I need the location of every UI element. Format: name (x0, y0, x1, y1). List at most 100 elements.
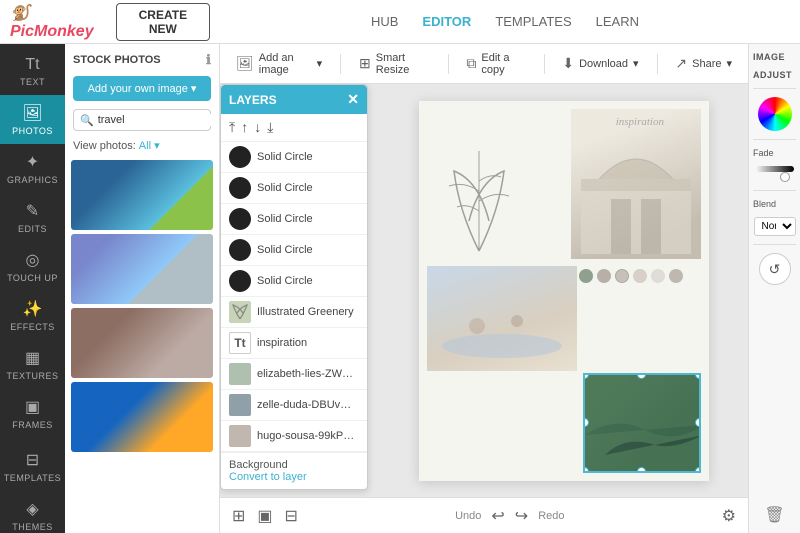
touchup-icon: ◎ (26, 250, 40, 270)
templates-icon: ⊟ (26, 450, 39, 470)
bottom-bar: ⊞ ▣ ⊟ Undo ↩ ↪ Redo ⚙ (220, 497, 748, 533)
layer-item[interactable]: Solid Circle (221, 204, 367, 235)
sidebar-label-effects: EFFECTS (10, 322, 55, 332)
fade-slider-thumb[interactable] (780, 172, 790, 182)
download-icon: ⬇ (562, 55, 574, 72)
sidebar-item-edits[interactable]: ✎ EDITS (0, 193, 65, 242)
layer-thumb-circle-5 (229, 270, 251, 292)
layer-name-2: Solid Circle (257, 182, 359, 194)
add-image-button[interactable]: Add your own image ▾ (73, 76, 211, 101)
rp-divider-2 (753, 139, 796, 140)
view-photos-filter-value[interactable]: All ▾ (139, 139, 160, 152)
add-image-toolbar-btn[interactable]: 🖼 Add an image ▾ (230, 48, 328, 80)
sidebar-item-themes[interactable]: ◈ THEMES (0, 491, 65, 533)
layer-item[interactable]: Solid Circle (221, 266, 367, 297)
fade-slider[interactable] (756, 166, 794, 172)
layer-item[interactable]: Solid Circle (221, 173, 367, 204)
layer-item[interactable]: hugo-sousa-99kPPJPed... (221, 421, 367, 452)
layer-thumb-img3 (229, 425, 251, 447)
photo-item-3[interactable] (71, 308, 213, 378)
nav-templates[interactable]: TEMPLATES (495, 14, 571, 29)
layers-list: Solid Circle Solid Circle Solid Circle S… (221, 142, 367, 452)
smart-resize-btn[interactable]: ⊞ Smart Resize (353, 48, 435, 80)
smart-resize-icon: ⊞ (359, 55, 371, 72)
color-dots (579, 269, 699, 283)
blend-label: Blend (753, 199, 776, 209)
trash-icon[interactable]: 🗑 (764, 505, 784, 525)
blend-select[interactable]: Nor Mul Scr (754, 217, 796, 236)
image-label: IMAGE (753, 52, 785, 62)
photo-item-2[interactable] (71, 234, 213, 304)
layer-item[interactable]: Tt inspiration (221, 328, 367, 359)
sidebar-item-photos[interactable]: 🖼 PHOTOS (0, 95, 65, 144)
download-btn[interactable]: ⬇ Download ▾ (556, 51, 644, 76)
info-icon[interactable]: ℹ (206, 52, 211, 68)
share-label: Share (692, 58, 721, 70)
grid-view-icon[interactable]: ▣ (257, 506, 272, 526)
layer-item[interactable]: Solid Circle (221, 142, 367, 173)
sidebar-item-effects[interactable]: ✨ EFFECTS (0, 291, 65, 340)
layer-name-3: Solid Circle (257, 213, 359, 225)
redo-icon[interactable]: ↪ (515, 506, 528, 526)
sidebar-item-touchup[interactable]: ◎ TOUCH UP (0, 242, 65, 291)
bottom-bar-right: ⚙ (722, 506, 736, 526)
selection-handle-tr (695, 373, 701, 379)
background-label: Background (229, 459, 288, 471)
settings-icon[interactable]: ⚙ (722, 506, 736, 526)
layers-close-button[interactable]: ✕ (347, 91, 359, 108)
layer-item[interactable]: zelle-duda-DBUvQCYN... (221, 390, 367, 421)
layers-toggle-icon[interactable]: ⊞ (232, 506, 245, 526)
layer-thumb-greenery (229, 301, 251, 323)
color-dot-2 (597, 269, 611, 283)
layer-item[interactable]: Illustrated Greenery (221, 297, 367, 328)
selection-handle-tc (637, 373, 646, 379)
layer-send-back-btn[interactable]: ⤓ (267, 119, 273, 136)
undo-icon[interactable]: ↩ (491, 506, 504, 526)
undo-circular-btn[interactable]: ↺ (759, 253, 791, 285)
selected-image[interactable] (583, 373, 701, 473)
search-input[interactable] (98, 114, 220, 126)
sidebar-item-frames[interactable]: ▣ FRAMES (0, 389, 65, 438)
canvas[interactable]: inspiration (419, 101, 709, 481)
edit-copy-btn[interactable]: ⧉ Edit a copy (460, 48, 531, 80)
nav-editor[interactable]: EDITOR (422, 14, 471, 29)
sidebar-item-text[interactable]: Tt TEXT (0, 48, 65, 95)
layer-name-4: Solid Circle (257, 244, 359, 256)
bottom-bar-left: ⊞ ▣ ⊟ (232, 506, 298, 526)
sidebar-item-templates[interactable]: ⊟ TEMPLATES (0, 442, 65, 491)
layer-bring-front-btn[interactable]: ⤒ (229, 119, 235, 136)
sidebar-item-textures[interactable]: ▦ TEXTURES (0, 340, 65, 389)
share-btn[interactable]: ↗ Share ▾ (669, 51, 738, 76)
photo-item-4[interactable] (71, 382, 213, 452)
layer-name-greenery: Illustrated Greenery (257, 306, 359, 318)
layers-title: LAYERS (229, 93, 277, 107)
sidebar-item-graphics[interactable]: ✦ GRAPHICS (0, 144, 65, 193)
layer-down-btn[interactable]: ↓ (254, 119, 261, 136)
photo-item-1[interactable] (71, 160, 213, 230)
toolbar-divider-1 (340, 54, 341, 74)
layer-item[interactable]: elizabeth-lies-ZWPerNl... (221, 359, 367, 390)
layer-item[interactable]: Solid Circle (221, 235, 367, 266)
layer-thumb-circle-3 (229, 208, 251, 230)
nav-learn[interactable]: LEARN (596, 14, 639, 29)
create-new-button[interactable]: CREATE NEW (116, 3, 210, 41)
sidebar-label-frames: FRAMES (12, 420, 53, 430)
sidebar-label-templates: TEMPLATES (4, 473, 61, 483)
layer-thumb-circle-2 (229, 177, 251, 199)
text-icon: Tt (25, 56, 39, 74)
rp-divider-4 (753, 244, 796, 245)
layer-thumb-img2 (229, 394, 251, 416)
convert-to-layer-link[interactable]: Convert to layer (229, 471, 307, 483)
duplicate-icon[interactable]: ⊟ (285, 506, 298, 526)
layers-footer: Background Convert to layer (221, 452, 367, 489)
color-dot-1 (579, 269, 593, 283)
layer-up-btn[interactable]: ↑ (241, 119, 248, 136)
photos-header: STOCK PHOTOS ℹ (65, 44, 219, 72)
layer-name-5: Solid Circle (257, 275, 359, 287)
view-photos-filter: View photos: All ▾ (65, 135, 219, 156)
editor-toolbar: 🖼 Add an image ▾ ⊞ Smart Resize ⧉ Edit a… (220, 44, 748, 84)
color-wheel[interactable] (758, 97, 792, 131)
canvas-container[interactable]: LAYERS ✕ ⤒ ↑ ↓ ⤓ Solid Circle S (220, 84, 748, 497)
layer-name-text: inspiration (257, 337, 359, 349)
nav-hub[interactable]: HUB (371, 14, 398, 29)
